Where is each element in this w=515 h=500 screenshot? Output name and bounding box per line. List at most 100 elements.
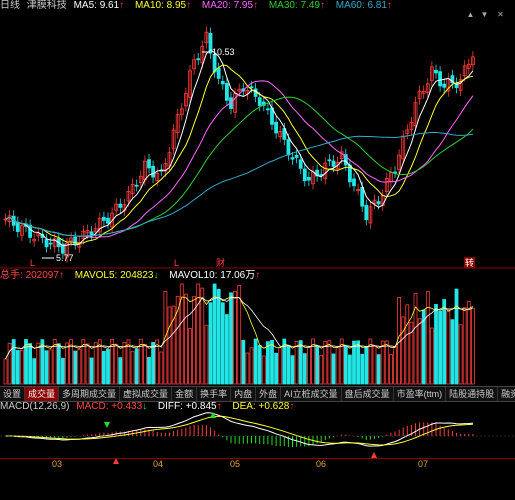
volume-bar	[220, 302, 225, 385]
event-marker[interactable]: L	[30, 258, 35, 268]
total-volume-readout: 总手: 202097↑	[0, 270, 64, 281]
volume-bar	[48, 349, 53, 385]
volume-bar	[233, 291, 238, 385]
volume-bar	[134, 348, 139, 385]
mavol5-readout: MAVOL5: 204823↓	[74, 270, 159, 281]
candle-body	[290, 157, 295, 160]
tab-virtual-volume[interactable]: 虚拟成交量	[120, 387, 173, 401]
tab-settings[interactable]: 设置	[0, 387, 26, 401]
macd-header: MACD(12,26,9) MACD: +0.433↓ DIFF: +0.845…	[0, 401, 302, 413]
volume-bar	[401, 316, 406, 385]
volume-bar	[298, 340, 303, 385]
ma-line	[5, 49, 474, 247]
candle-body	[249, 86, 254, 89]
candle-body	[286, 139, 291, 156]
volume-bar	[454, 288, 459, 385]
volume-bar	[335, 346, 340, 385]
volume-bar	[302, 353, 307, 385]
candle-body	[257, 97, 262, 106]
macd-histogram	[9, 422, 474, 448]
ma-line	[5, 96, 474, 237]
volume-bar	[405, 304, 410, 385]
volume-bar	[290, 355, 295, 385]
tab-pe-ttm[interactable]: 市盈率(ttm)	[394, 387, 447, 401]
volume-bar	[114, 343, 119, 385]
volume-bar	[327, 340, 332, 385]
tab-volume[interactable]: 成交量	[25, 387, 60, 401]
volume-bar	[73, 350, 78, 385]
volume-bar	[61, 357, 65, 385]
volume-bar	[204, 324, 209, 385]
tab-after-hours-volume[interactable]: 盘后成交量	[342, 387, 394, 401]
tab-margin[interactable]: 融资	[498, 387, 515, 401]
volume-bar	[380, 340, 385, 385]
candle-body	[442, 83, 447, 88]
tab-northbound-holdings[interactable]: 陆股通持股	[446, 387, 499, 401]
moving-average-lines	[5, 49, 474, 247]
volume-bar	[151, 341, 156, 385]
tab-turnover[interactable]: 换手率	[197, 387, 232, 401]
volume-bar	[372, 346, 377, 385]
candle-body	[89, 231, 94, 236]
candle-body	[306, 177, 311, 181]
volume-bar	[393, 346, 397, 385]
volume-bar	[466, 301, 471, 385]
financial-report-marker[interactable]: 财	[216, 257, 225, 268]
volume-bar	[352, 340, 356, 385]
candle-body	[15, 221, 20, 232]
volume-bar	[364, 346, 369, 385]
candle-body	[327, 159, 332, 162]
volume-bar	[167, 306, 172, 385]
volume-bar	[425, 291, 430, 385]
volume-bar	[36, 342, 41, 385]
volume-bar	[376, 354, 381, 385]
kline-chart[interactable]: 10.53 5.77 L L 财 转	[0, 0, 515, 500]
date-axis: 03 04 05 06 07	[0, 458, 515, 471]
volume-bar	[102, 350, 106, 385]
up-arrow-icon: ↑	[216, 401, 222, 412]
candle-body	[298, 159, 303, 169]
candle-body	[106, 217, 110, 224]
volume-bar	[434, 304, 438, 385]
tab-multi-period-volume[interactable]: 多周期成交量	[59, 387, 121, 401]
candle-body	[212, 54, 217, 73]
candle-body	[102, 216, 106, 221]
volume-bar	[261, 355, 266, 385]
tab-outer-volume[interactable]: 外盘	[256, 387, 282, 401]
transfer-marker[interactable]: 转	[465, 257, 474, 268]
volume-bar	[286, 345, 291, 385]
down-arrow-icon: ↓	[153, 270, 159, 281]
event-marker[interactable]: L	[174, 258, 179, 268]
volume-bar	[11, 339, 16, 385]
volume-bar	[360, 353, 365, 385]
volume-bar	[257, 344, 262, 385]
up-arrow-icon: ↑	[255, 270, 261, 281]
candle-body	[352, 178, 356, 187]
x-tick: 06	[316, 459, 327, 469]
tab-ai-volume[interactable]: AI立桩成交量	[281, 387, 342, 401]
volume-bar	[106, 348, 110, 385]
macd-readout: MACD: +0.433↓	[76, 401, 148, 412]
x-tick: 03	[52, 459, 63, 469]
volume-bar	[470, 307, 475, 385]
volume-bar	[237, 285, 242, 385]
price-candles	[3, 26, 475, 263]
volume-bar	[278, 347, 283, 385]
tab-inner-volume[interactable]: 内盘	[231, 387, 257, 401]
candle-body	[134, 184, 139, 187]
volume-bar	[44, 350, 49, 385]
down-arrow-icon: ↓	[142, 401, 148, 412]
candle-body	[360, 186, 365, 207]
candle-body	[28, 224, 33, 238]
up-arrow-icon: ↑	[58, 270, 64, 281]
volume-bar	[229, 292, 233, 385]
up-arrow-icon: ↑	[289, 401, 295, 412]
volume-bar	[384, 340, 389, 385]
volume-bar	[462, 307, 467, 385]
tab-amount[interactable]: 金额	[172, 387, 198, 401]
diff-readout: DIFF: +0.845↑	[157, 401, 222, 412]
candle-body	[438, 71, 443, 87]
volume-bar	[147, 356, 151, 385]
volume-bar	[216, 288, 221, 385]
volume-bar	[347, 354, 352, 385]
